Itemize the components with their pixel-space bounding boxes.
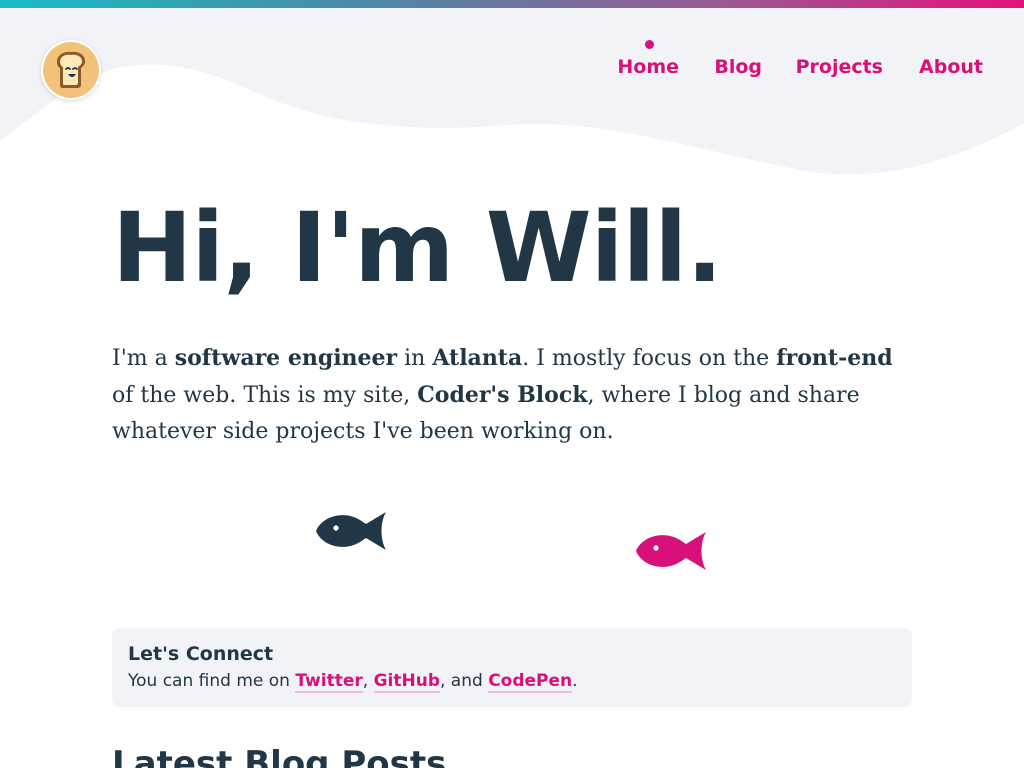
active-nav-indicator (645, 40, 654, 49)
nav-item-home[interactable]: Home (617, 56, 679, 78)
nav-item-about[interactable]: About (919, 56, 983, 78)
intro-site-name: Coder's Block (417, 382, 588, 408)
codepen-link[interactable]: CodePen (488, 671, 573, 693)
connect-separator: , and (439, 671, 489, 691)
gradient-top-bar (0, 0, 1024, 8)
nav-item-blog[interactable]: Blog (714, 56, 762, 78)
connect-panel: Let's Connect You can find me on Twitter… (112, 628, 912, 707)
fish-icon-pink (636, 532, 706, 570)
site-logo[interactable] (41, 40, 101, 100)
connect-prefix: You can find me on (128, 671, 296, 691)
connect-suffix: . (572, 671, 578, 691)
toast-smiley-icon (43, 42, 99, 98)
page-title: Hi, I'm Will. (112, 192, 723, 304)
github-link[interactable]: GitHub (373, 671, 440, 693)
connect-separator: , (362, 671, 374, 691)
header-wave-background (0, 8, 1024, 175)
nav-item-projects[interactable]: Projects (796, 56, 883, 78)
intro-text: I'm a (112, 346, 175, 371)
intro-text: . I mostly focus on the (522, 346, 777, 371)
intro-role: software engineer (174, 345, 398, 371)
twitter-link[interactable]: Twitter (295, 671, 363, 693)
intro-city: Atlanta (432, 345, 523, 371)
intro-text: of the web. This is my site, (112, 383, 418, 408)
intro-focus: front-end (776, 345, 893, 371)
latest-posts-heading: Latest Blog Posts (112, 744, 447, 768)
page: Home Blog Projects About Hi, I'm Will. I… (0, 0, 1024, 768)
intro-paragraph: I'm a software engineer in Atlanta. I mo… (112, 340, 912, 450)
connect-text: You can find me on Twitter, GitHub, and … (128, 667, 896, 695)
fish-icon-dark (316, 512, 386, 550)
connect-title: Let's Connect (128, 643, 274, 665)
intro-text: in (397, 346, 433, 371)
